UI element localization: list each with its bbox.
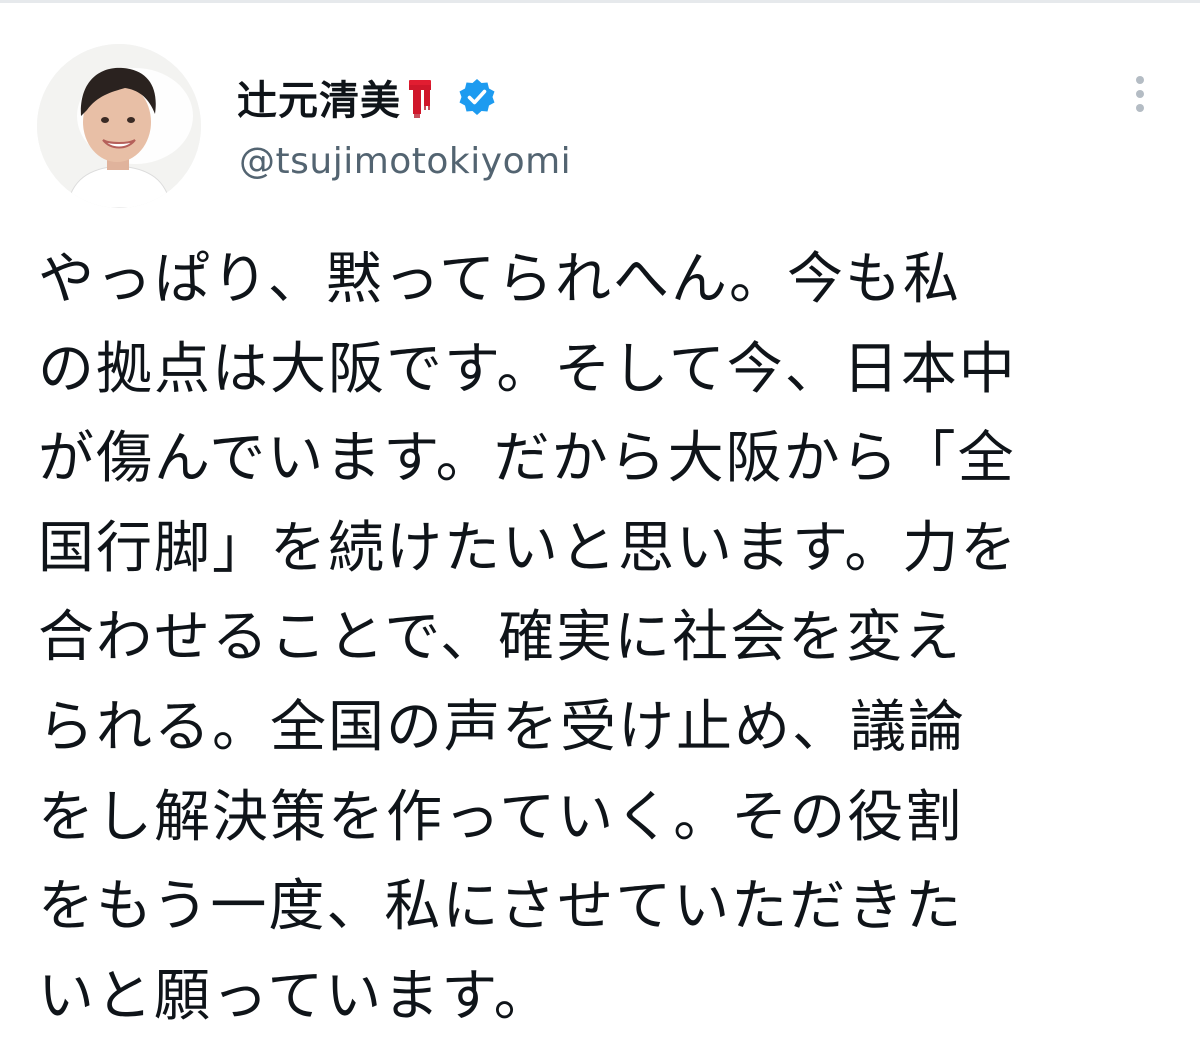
tweet-text-line: 国行脚」を続けたいと思います。力を	[38, 515, 1019, 581]
tweet-text-line: やっぱり、黙ってられへん。今も私	[38, 247, 961, 312]
profile-photo-icon	[37, 44, 201, 208]
author-display-name[interactable]: 辻元清美	[237, 68, 401, 126]
tweet-text-line: が傷んでいます。だから大阪から「全	[38, 426, 1016, 492]
vertical-ellipsis-icon	[1136, 76, 1144, 112]
verified-badge-icon	[457, 77, 497, 117]
tweet-text-line: いと願っています。	[38, 963, 552, 1029]
tweet-text: やっぱり、黙ってられへん。今も私 の拠点は大阪です。そして今、日本中 が傷んでい…	[38, 235, 1168, 1041]
tweet-text-line: られる。全国の声を受け止め、議論	[38, 694, 966, 760]
author-name-row: 辻元清美	[237, 65, 497, 129]
tweet-text-line: の拠点は大阪です。そして今、日本中	[38, 336, 1017, 402]
more-options-button[interactable]	[1122, 73, 1158, 115]
tweet-text-line: 合わせることで、確実に社会を変え	[38, 605, 963, 671]
author-avatar[interactable]	[37, 44, 201, 208]
tweet-card: 辻元清美 @tsujimotokiyomi やっぱり、黙ってられへん。今も私 の…	[0, 3, 1200, 1042]
red-scarf-icon	[405, 76, 435, 118]
tweet-text-line: をし解決策を作っていく。その役割	[38, 784, 964, 850]
tweet-text-line: をもう一度、私にさせていただきた	[38, 874, 964, 940]
author-handle[interactable]: @tsujimotokiyomi	[239, 141, 571, 182]
